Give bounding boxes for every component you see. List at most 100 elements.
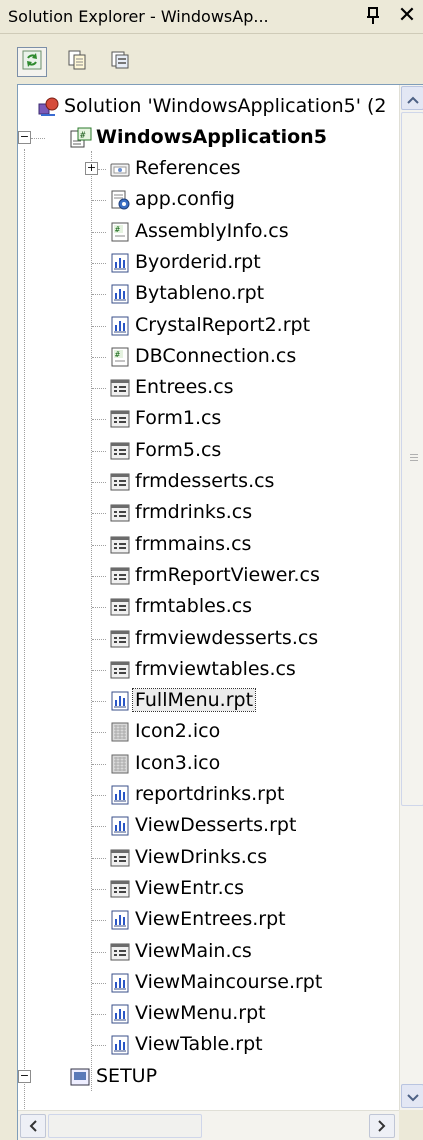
horizontal-scrollbar[interactable]: [18, 1110, 399, 1140]
properties-icon: [109, 49, 131, 75]
tree-row[interactable]: frmReportViewer.cs: [18, 560, 399, 591]
tree-row[interactable]: ViewTable.rpt: [18, 1029, 399, 1060]
close-icon[interactable]: ✕: [395, 3, 419, 29]
tree-row[interactable]: ViewDesserts.rpt: [18, 810, 399, 841]
scroll-right-button[interactable]: [369, 1114, 395, 1138]
tree-row[interactable]: Entrees.cs: [18, 372, 399, 403]
show-all-files-button[interactable]: [62, 47, 92, 77]
tree-row[interactable]: ViewMaincourse.rpt: [18, 967, 399, 998]
tree-row-setup[interactable]: − SETUP: [18, 1061, 399, 1092]
tree-row[interactable]: # DBConnection.cs: [18, 341, 399, 372]
tree-row[interactable]: Form5.cs: [18, 435, 399, 466]
tree-connector: [92, 356, 106, 358]
tree-connector: [92, 826, 106, 828]
project-collapse-toggle[interactable]: −: [18, 131, 31, 144]
tree-row[interactable]: + References: [18, 153, 399, 184]
tree-row[interactable]: frmdrinks.cs: [18, 497, 399, 528]
tree-row[interactable]: Bytableno.rpt: [18, 278, 399, 309]
tree-row[interactable]: ViewMain.cs: [18, 936, 399, 967]
tree-row[interactable]: Byorderid.rpt: [18, 247, 399, 278]
tree-item-label: Form1.cs: [135, 407, 222, 430]
properties-button[interactable]: [105, 47, 135, 77]
horizontal-scroll-thumb[interactable]: [48, 1114, 202, 1138]
tree-item-label: frmviewdesserts.cs: [135, 626, 319, 649]
chevron-down-icon: [406, 1087, 419, 1106]
setup-collapse-toggle[interactable]: −: [18, 1069, 31, 1083]
solution-tree[interactable]: Solution 'WindowsApplication5' (2 − # Wi…: [18, 85, 399, 1110]
scroll-up-button[interactable]: [401, 86, 423, 110]
tree-item-label: Byorderid.rpt: [135, 250, 261, 273]
tree-connector: [92, 482, 106, 483]
chevron-up-icon: [406, 89, 419, 108]
tree-row[interactable]: reportdrinks.rpt: [18, 779, 399, 810]
tree-row[interactable]: frmmains.cs: [18, 529, 399, 560]
tree-row[interactable]: CrystalReport2.rpt: [18, 310, 399, 341]
tree-connector: [92, 920, 106, 922]
tree-connector: [92, 1014, 106, 1016]
tree-row[interactable]: Form1.cs: [18, 403, 399, 434]
tree-item-label: ViewMaincourse.rpt: [135, 970, 323, 993]
tree-connector: [92, 763, 106, 765]
form-icon: [109, 440, 131, 462]
tree-row[interactable]: frmdesserts.cs: [18, 466, 399, 497]
tree-item-label: Icon3.ico: [135, 751, 221, 774]
tree-connector: [92, 419, 106, 421]
tree-item-label: ViewDesserts.rpt: [135, 814, 297, 837]
refresh-button[interactable]: [17, 47, 47, 77]
tree-connector: [98, 169, 106, 170]
report-icon: [109, 1003, 131, 1025]
tree-row[interactable]: app.config: [18, 184, 399, 215]
tree-item-label: ViewTable.rpt: [135, 1033, 263, 1056]
tree-item-label: CrystalReport2.rpt: [135, 313, 311, 336]
tree-row[interactable]: ViewMenu.rpt: [18, 998, 399, 1029]
tree-row[interactable]: # AssemblyInfo.cs: [18, 216, 399, 247]
tree-connector: [92, 200, 106, 202]
tree-item-label: ViewMain.cs: [135, 939, 252, 962]
pin-icon[interactable]: [363, 5, 383, 27]
title-bar[interactable]: Solution Explorer - WindowsAp... ✕: [0, 0, 423, 34]
report-icon: [109, 1034, 131, 1056]
tree-row-project[interactable]: − # WindowsApplication5: [18, 122, 399, 153]
refresh-icon: [22, 50, 42, 74]
tree-connector: [31, 138, 45, 139]
setup-label: SETUP: [96, 1064, 158, 1087]
tree-row[interactable]: ViewDrinks.cs: [18, 842, 399, 873]
tree-item-label: ViewDrinks.cs: [135, 845, 268, 868]
cs-code-icon: #: [109, 221, 131, 243]
tree-row[interactable]: Icon3.ico: [18, 748, 399, 779]
tree-row[interactable]: FullMenu.rpt: [18, 685, 399, 716]
form-icon: [109, 408, 131, 430]
setup-project-icon: [69, 1066, 91, 1088]
config-file-icon: [109, 189, 131, 211]
tree-item-label: frmviewtables.cs: [135, 657, 296, 680]
tree-item-label: app.config: [135, 188, 235, 211]
tree-item-label: ViewEntr.cs: [135, 876, 245, 899]
tree-item-label: Form5.cs: [135, 438, 222, 461]
tree-row[interactable]: frmtables.cs: [18, 591, 399, 622]
form-icon: [109, 596, 131, 618]
thumb-grip: [410, 457, 418, 458]
csharp-project-icon: #: [69, 127, 92, 149]
tree-item-label: AssemblyInfo.cs: [135, 219, 289, 242]
vertical-scrollbar[interactable]: [399, 85, 423, 1110]
references-expand-toggle[interactable]: +: [85, 162, 98, 175]
tree-row[interactable]: frmviewtables.cs: [18, 654, 399, 685]
tree-row[interactable]: frmviewdesserts.cs: [18, 623, 399, 654]
svg-text:#: #: [80, 131, 86, 141]
report-icon: [109, 690, 131, 712]
cs-code-icon: #: [109, 346, 131, 368]
report-icon: [109, 315, 131, 337]
tree-row[interactable]: Icon2.ico: [18, 716, 399, 747]
vertical-scroll-thumb[interactable]: [401, 112, 423, 806]
tree-connector: [92, 231, 106, 233]
tree-connector: [92, 513, 106, 515]
report-icon: [109, 252, 131, 274]
scroll-left-button[interactable]: [20, 1114, 46, 1138]
svg-text:#: #: [115, 350, 120, 359]
tree-row[interactable]: ViewEntr.cs: [18, 873, 399, 904]
tree-row-solution[interactable]: Solution 'WindowsApplication5' (2: [18, 91, 399, 122]
tree-connector: [92, 544, 106, 546]
scroll-down-button[interactable]: [401, 1084, 423, 1108]
tree-row[interactable]: ViewEntrees.rpt: [18, 904, 399, 935]
tree-connector: [92, 888, 106, 890]
